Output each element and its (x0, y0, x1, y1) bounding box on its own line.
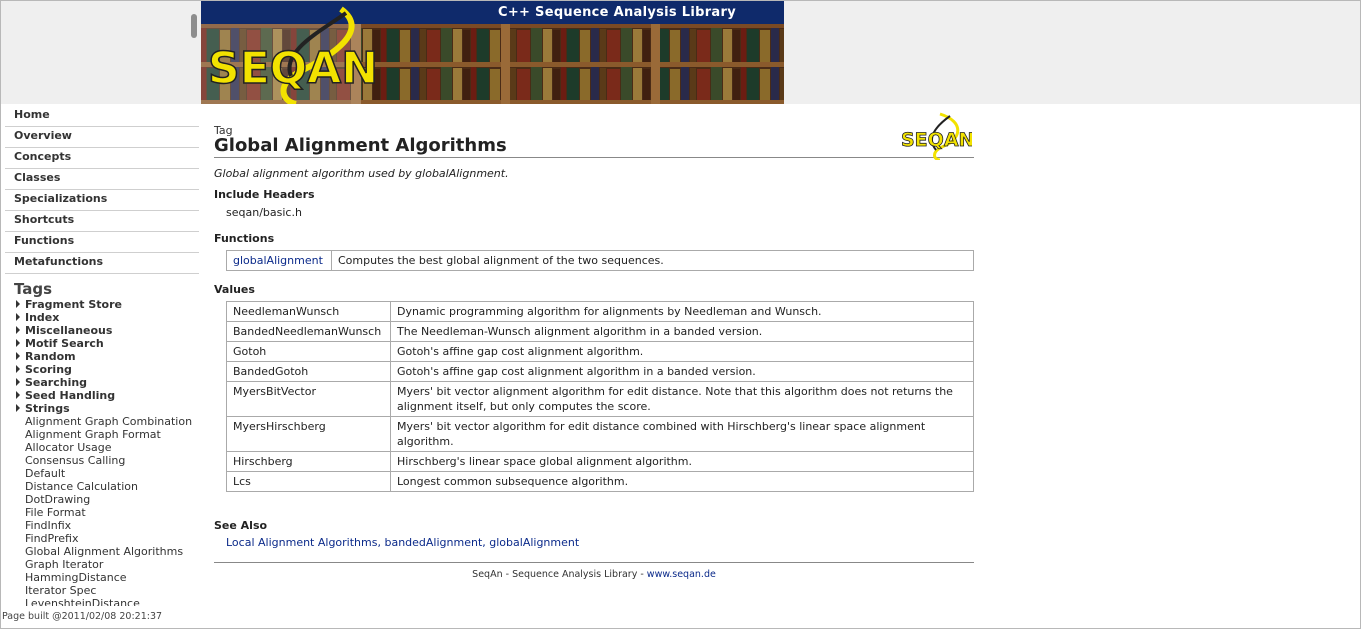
window-frame (0, 0, 1361, 629)
